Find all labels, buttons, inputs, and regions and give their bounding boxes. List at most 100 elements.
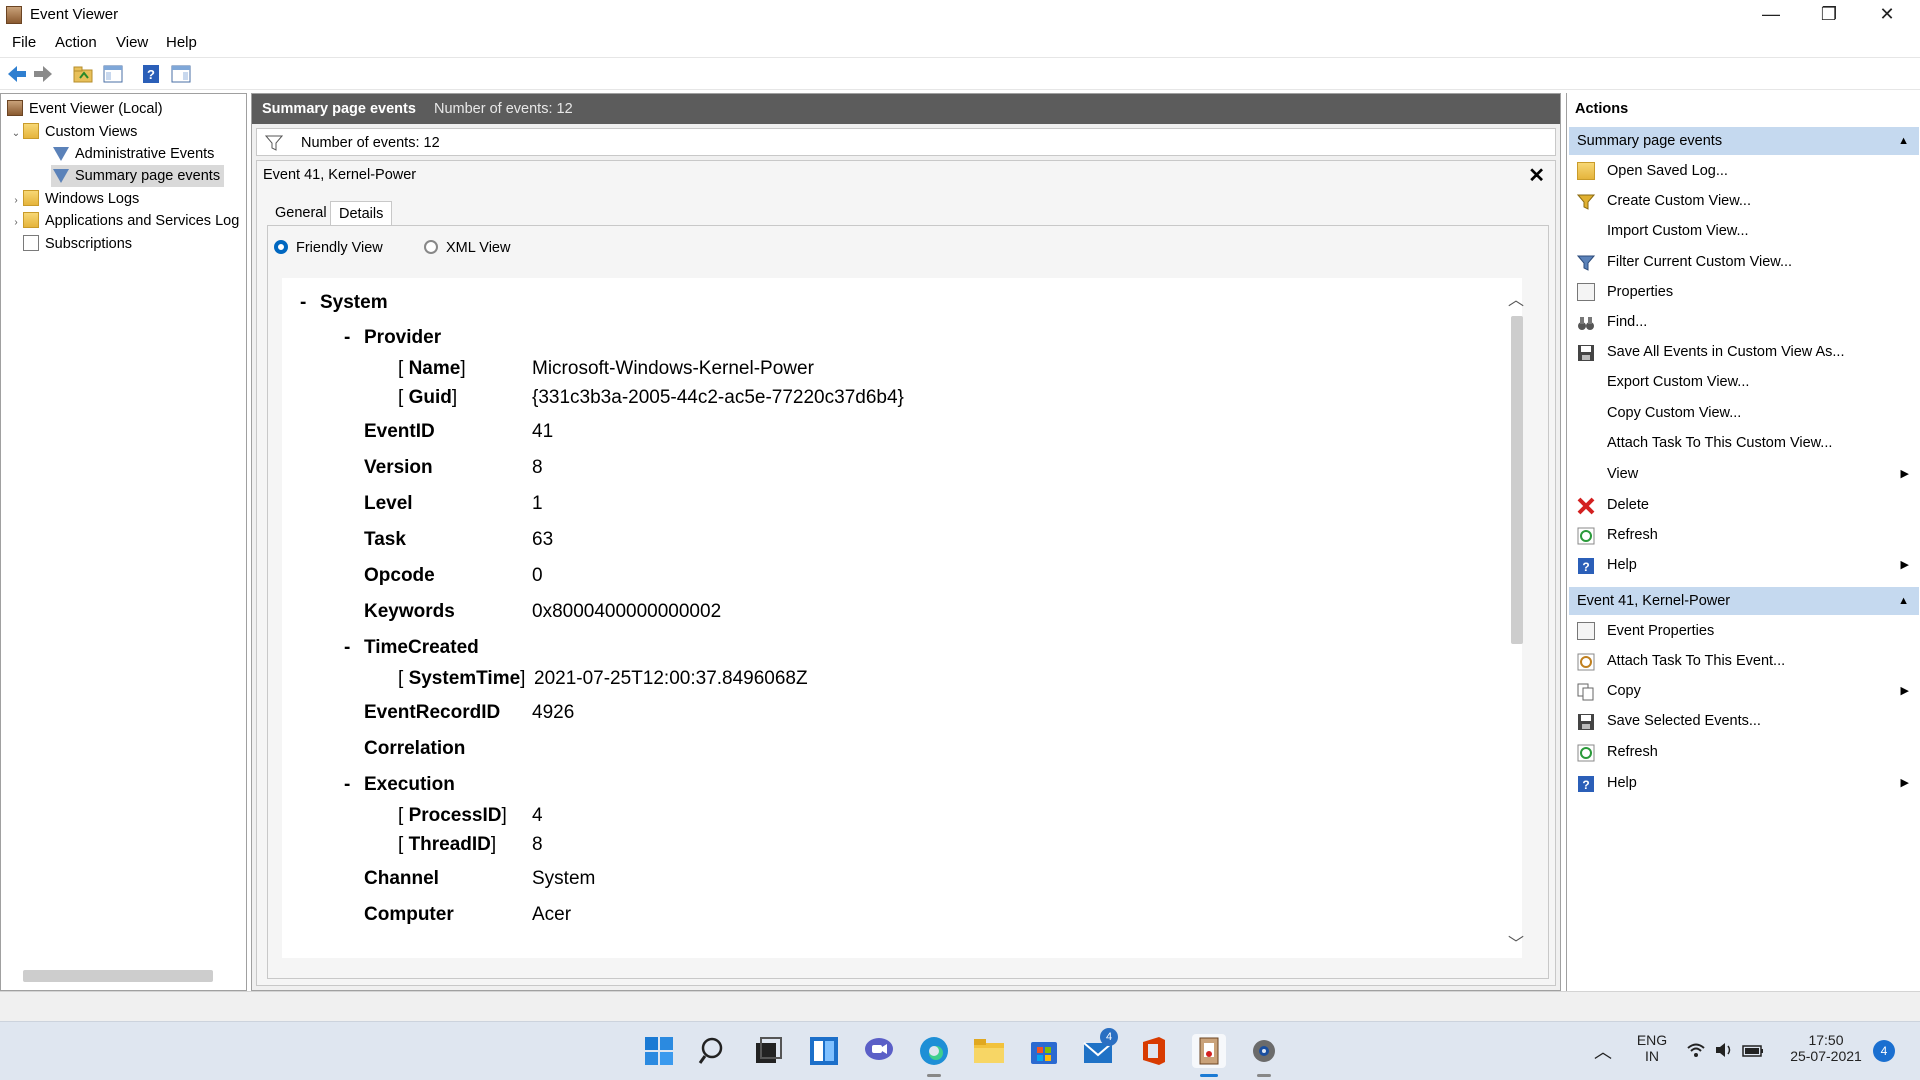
field-task-value: 63 [532,529,554,550]
close-button[interactable]: ✕ [1858,0,1916,30]
action-event-properties[interactable]: Event Properties [1569,616,1919,646]
title-bar: Event Viewer — ❐ ✕ [0,0,1920,30]
tree-item-custom-views[interactable]: ⌄ Custom Views [9,121,137,143]
chevron-down-icon[interactable]: ⌄ [9,123,23,145]
action-refresh-event[interactable]: Refresh [1569,737,1919,767]
field-eventrecordid-key: EventRecordID [364,702,501,723]
friendly-view-radio[interactable]: Friendly View [274,240,383,256]
actions-section-event-41[interactable]: Event 41, Kernel-Power ▲ [1569,587,1919,615]
action-label: Save Selected Events... [1607,713,1761,729]
field-name-value: Microsoft-Windows-Kernel-Power [532,358,814,379]
action-save-all-events[interactable]: Save All Events in Custom View As... [1569,337,1919,367]
chevron-right-icon[interactable]: › [9,190,23,212]
tree-item-windows-logs[interactable]: › Windows Logs [9,188,139,210]
action-refresh[interactable]: Refresh [1569,520,1919,550]
field-keywords-key: Keywords [364,601,455,622]
action-create-custom-view[interactable]: Create Custom View... [1569,186,1919,216]
action-properties[interactable]: Properties [1569,277,1919,307]
collapse-system-toggle[interactable]: - [300,292,306,314]
search-icon[interactable] [697,1034,731,1068]
tree-item-subscriptions[interactable]: Subscriptions [23,233,132,255]
menu-action[interactable]: Action [55,34,97,51]
edge-browser-icon[interactable] [917,1034,951,1077]
menu-view[interactable]: View [116,34,148,51]
action-attach-task-event[interactable]: Attach Task To This Event... [1569,646,1919,676]
running-indicator [927,1074,941,1077]
language-indicator[interactable]: ENG IN [1632,1032,1672,1064]
action-find[interactable]: Find... [1569,307,1919,337]
back-arrow-icon[interactable] [6,63,28,85]
up-folder-icon[interactable] [72,63,94,85]
menu-file[interactable]: File [12,34,36,51]
details-vertical-scrollbar[interactable]: ︿ ﹀ [1507,278,1527,958]
menu-help[interactable]: Help [166,34,197,51]
settings-gear-icon[interactable] [1247,1034,1281,1077]
notification-count-badge[interactable]: 4 [1873,1040,1895,1062]
scrollbar-thumb[interactable] [1511,316,1523,644]
volume-icon[interactable] [1714,1042,1734,1061]
collapse-execution-toggle[interactable]: - [344,774,350,796]
action-import-custom-view[interactable]: Import Custom View... [1569,216,1919,246]
minimize-button[interactable]: — [1742,0,1800,30]
tree-item-applications-and-services-logs[interactable]: › Applications and Services Log [9,210,245,232]
tree-item-summary-page-events[interactable]: Summary page events [51,165,225,187]
action-help-event[interactable]: ? Help ▶ [1569,768,1919,798]
event-detail-panel: Event 41, Kernel-Power ✕ General Details… [256,160,1556,986]
restore-button[interactable]: ❐ [1800,0,1858,30]
wifi-icon[interactable] [1686,1042,1706,1061]
tab-details[interactable]: Details [330,201,393,226]
battery-icon[interactable] [1742,1044,1764,1060]
forward-arrow-icon[interactable] [32,63,54,85]
action-label: Properties [1607,284,1674,300]
tree-horizontal-scrollbar[interactable] [23,970,213,982]
chat-icon[interactable] [862,1034,896,1068]
widgets-icon[interactable] [807,1034,841,1068]
field-guid-key: [ Guid] [398,387,458,408]
collapse-provider-toggle[interactable]: - [344,327,350,349]
event-viewer-taskbar-icon[interactable] [1192,1034,1226,1077]
start-windows-icon[interactable] [642,1034,676,1068]
action-help[interactable]: ? Help ▶ [1569,550,1919,580]
collapse-up-icon[interactable]: ▲ [1898,587,1909,615]
microsoft-store-icon[interactable] [1027,1034,1061,1068]
action-delete[interactable]: Delete [1569,490,1919,520]
submenu-arrow-icon: ▶ [1900,559,1909,571]
action-copy-custom-view[interactable]: Copy Custom View... [1569,398,1919,428]
scroll-down-icon[interactable]: ﹀ [1508,930,1524,954]
tree-item-label: Summary page events [75,168,221,184]
action-copy[interactable]: Copy ▶ [1569,676,1919,706]
show-hide-action-pane-icon[interactable] [170,63,192,85]
action-view[interactable]: View ▶ [1569,459,1919,489]
help-icon[interactable]: ? [140,63,162,85]
collapse-up-icon[interactable]: ▲ [1898,127,1909,155]
actions-title: Actions [1575,101,1629,117]
language-code: ENG [1636,1032,1668,1048]
refresh-icon [1577,526,1595,545]
xml-view-radio[interactable]: XML View [424,240,510,256]
actions-section-summary-page-events[interactable]: Summary page events ▲ [1569,127,1919,155]
task-view-icon[interactable] [752,1034,786,1068]
field-guid-value: {331c3b3a-2005-44c2-ac5e-77220c37d6b4} [532,387,904,408]
tree-item-administrative-events[interactable]: Administrative Events [53,143,214,165]
action-attach-task-custom-view[interactable]: Attach Task To This Custom View... [1569,428,1919,458]
show-hide-tree-icon[interactable] [102,63,124,85]
open-folder-icon [1577,162,1595,180]
collapse-timecreated-toggle[interactable]: - [344,637,350,659]
action-open-saved-log[interactable]: Open Saved Log... [1569,156,1919,186]
tree-item-event-viewer-local[interactable]: Event Viewer (Local) [7,98,163,120]
office-icon[interactable] [1137,1034,1171,1068]
file-explorer-icon[interactable] [972,1034,1006,1068]
action-label: Help [1607,557,1637,573]
show-hidden-icons-chevron-icon[interactable]: ︿ [1594,1038,1612,1064]
tab-general[interactable]: General [267,201,335,225]
chevron-right-icon[interactable]: › [9,212,23,232]
svg-text:?: ? [147,67,155,82]
close-event-panel-button[interactable]: ✕ [1528,163,1545,188]
clock[interactable]: 17:50 25-07-2021 [1776,1032,1876,1064]
scroll-up-icon[interactable]: ︿ [1508,286,1524,310]
action-filter-current-custom-view[interactable]: Filter Current Custom View... [1569,247,1919,277]
field-threadid-value: 8 [532,834,543,855]
action-export-custom-view[interactable]: Export Custom View... [1569,367,1919,397]
action-save-selected-events[interactable]: Save Selected Events... [1569,706,1919,736]
mail-icon[interactable]: 4 [1082,1028,1118,1068]
